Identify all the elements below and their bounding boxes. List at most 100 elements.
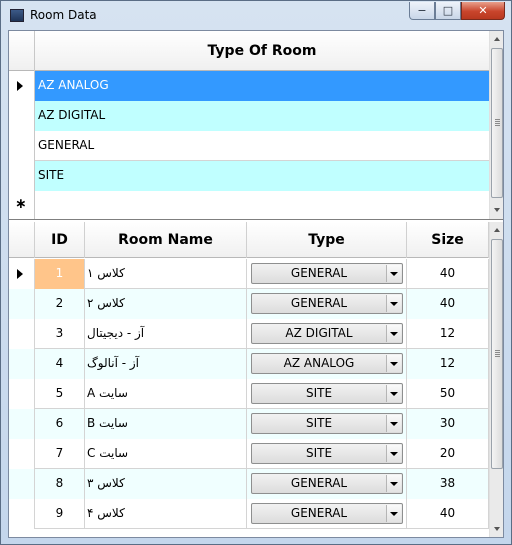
maximize-button[interactable]: □ [435, 2, 461, 20]
room-name-cell[interactable]: سایت A [85, 379, 247, 409]
dropdown-button[interactable] [386, 475, 401, 492]
room-type-cell[interactable]: SITE [35, 161, 489, 191]
dropdown-button[interactable] [386, 385, 401, 402]
room-type-combobox[interactable]: AZ ANALOG [251, 353, 403, 374]
room-name-cell[interactable]: کلاس ۴ [85, 499, 247, 529]
row-header[interactable] [9, 131, 35, 161]
new-row[interactable]: ∗ [9, 191, 489, 219]
room-type-combobox[interactable]: GENERAL [251, 473, 403, 494]
room-name-cell[interactable]: کلاس ۱ [85, 259, 247, 289]
scroll-up-button[interactable] [490, 222, 503, 238]
room-type-combobox[interactable]: SITE [251, 413, 403, 434]
room-name-cell[interactable]: کلاس ۲ [85, 289, 247, 319]
room-type-combobox[interactable]: GENERAL [251, 293, 403, 314]
room-name-cell[interactable]: آز - آنالوگ [85, 349, 247, 379]
rooms-vertical-scrollbar[interactable] [489, 222, 503, 537]
room-type-cell[interactable]: GENERAL [247, 499, 407, 529]
scroll-down-button[interactable] [490, 202, 503, 218]
room-size-cell[interactable]: 38 [407, 469, 489, 499]
room-size-cell[interactable]: 12 [407, 349, 489, 379]
row-header[interactable] [9, 499, 35, 529]
room-type-cell[interactable]: GENERAL [247, 259, 407, 289]
dropdown-button[interactable] [386, 295, 401, 312]
room-id-cell[interactable]: 9 [35, 499, 85, 529]
room-name-cell[interactable]: کلاس ۳ [85, 469, 247, 499]
room-type-cell[interactable]: GENERAL [247, 289, 407, 319]
column-header-size[interactable]: Size [407, 222, 489, 258]
room-size-cell[interactable]: 20 [407, 439, 489, 469]
room-row[interactable]: 2 کلاس ۲ GENERAL 40 [9, 289, 489, 319]
room-row[interactable]: 8 کلاس ۳ GENERAL 38 [9, 469, 489, 499]
room-id-cell[interactable]: 6 [35, 409, 85, 439]
row-header[interactable] [9, 289, 35, 319]
room-size-cell[interactable]: 40 [407, 289, 489, 319]
dropdown-button[interactable] [386, 445, 401, 462]
room-size-cell[interactable]: 50 [407, 379, 489, 409]
room-type-cell[interactable]: AZ DIGITAL [247, 319, 407, 349]
row-header[interactable] [9, 349, 35, 379]
room-type-combobox[interactable]: GENERAL [251, 503, 403, 524]
room-size-cell[interactable]: 12 [407, 319, 489, 349]
room-id-cell[interactable]: 4 [35, 349, 85, 379]
close-button[interactable]: ✕ [461, 2, 505, 20]
row-header[interactable] [9, 409, 35, 439]
room-type-row[interactable]: AZ DIGITAL [9, 101, 489, 131]
room-type-combobox[interactable]: GENERAL [251, 263, 403, 284]
dropdown-button[interactable] [386, 415, 401, 432]
room-type-cell[interactable]: SITE [247, 439, 407, 469]
column-header-room-name[interactable]: Room Name [85, 222, 247, 258]
room-type-row[interactable]: SITE [9, 161, 489, 191]
room-size-cell[interactable]: 40 [407, 499, 489, 529]
scroll-down-button[interactable] [490, 521, 503, 537]
room-row[interactable]: 9 کلاس ۴ GENERAL 40 [9, 499, 489, 529]
dropdown-button[interactable] [386, 265, 401, 282]
title-bar[interactable]: Room Data − □ ✕ [1, 1, 511, 29]
room-type-grid[interactable]: Type Of Room AZ ANALOG AZ DIGITAL GENERA… [9, 31, 503, 220]
room-id-cell[interactable]: 2 [35, 289, 85, 319]
row-header-corner[interactable] [9, 222, 35, 258]
column-header-id[interactable]: ID [35, 222, 85, 258]
new-row-cell[interactable] [35, 191, 489, 219]
room-id-cell[interactable]: 8 [35, 469, 85, 499]
room-type-combobox[interactable]: AZ DIGITAL [251, 323, 403, 344]
rooms-grid[interactable]: ID Room Name Type Size 1 کلاس ۱ GENERAL 40 2… [9, 222, 503, 537]
room-type-combobox[interactable]: SITE [251, 383, 403, 404]
room-type-row[interactable]: AZ ANALOG [9, 71, 489, 101]
room-name-cell[interactable]: آز - دیجیتال [85, 319, 247, 349]
room-row[interactable]: 6 سایت B SITE 30 [9, 409, 489, 439]
room-type-combobox[interactable]: SITE [251, 443, 403, 464]
room-row[interactable]: 4 آز - آنالوگ AZ ANALOG 12 [9, 349, 489, 379]
room-name-cell[interactable]: سایت B [85, 409, 247, 439]
row-header[interactable] [9, 161, 35, 191]
room-id-cell[interactable]: 1 [35, 259, 85, 289]
room-id-cell[interactable]: 7 [35, 439, 85, 469]
minimize-button[interactable]: − [409, 2, 435, 20]
room-row[interactable]: 3 آز - دیجیتال AZ DIGITAL 12 [9, 319, 489, 349]
room-type-cell[interactable]: AZ ANALOG [35, 71, 489, 101]
room-type-cell[interactable]: SITE [247, 409, 407, 439]
column-header-type[interactable]: Type [247, 222, 407, 258]
room-type-cell[interactable]: GENERAL [247, 469, 407, 499]
room-name-cell[interactable]: سایت C [85, 439, 247, 469]
scroll-thumb[interactable] [491, 48, 503, 198]
row-header[interactable]: ∗ [9, 191, 35, 219]
room-type-cell[interactable]: AZ ANALOG [247, 349, 407, 379]
room-row[interactable]: 7 سایت C SITE 20 [9, 439, 489, 469]
row-header[interactable] [9, 379, 35, 409]
room-type-cell[interactable]: AZ DIGITAL [35, 101, 489, 131]
dropdown-button[interactable] [386, 325, 401, 342]
row-header[interactable] [9, 71, 35, 101]
row-header-corner[interactable] [9, 31, 35, 71]
row-header[interactable] [9, 439, 35, 469]
room-id-cell[interactable]: 3 [35, 319, 85, 349]
room-id-cell[interactable]: 5 [35, 379, 85, 409]
row-header[interactable] [9, 319, 35, 349]
dropdown-button[interactable] [386, 505, 401, 522]
row-header[interactable] [9, 101, 35, 131]
column-header-type-of-room[interactable]: Type Of Room [35, 31, 489, 71]
room-size-cell[interactable]: 30 [407, 409, 489, 439]
row-header[interactable] [9, 469, 35, 499]
scroll-thumb[interactable] [491, 239, 503, 469]
room-type-row[interactable]: GENERAL [9, 131, 489, 161]
room-row[interactable]: 5 سایت A SITE 50 [9, 379, 489, 409]
